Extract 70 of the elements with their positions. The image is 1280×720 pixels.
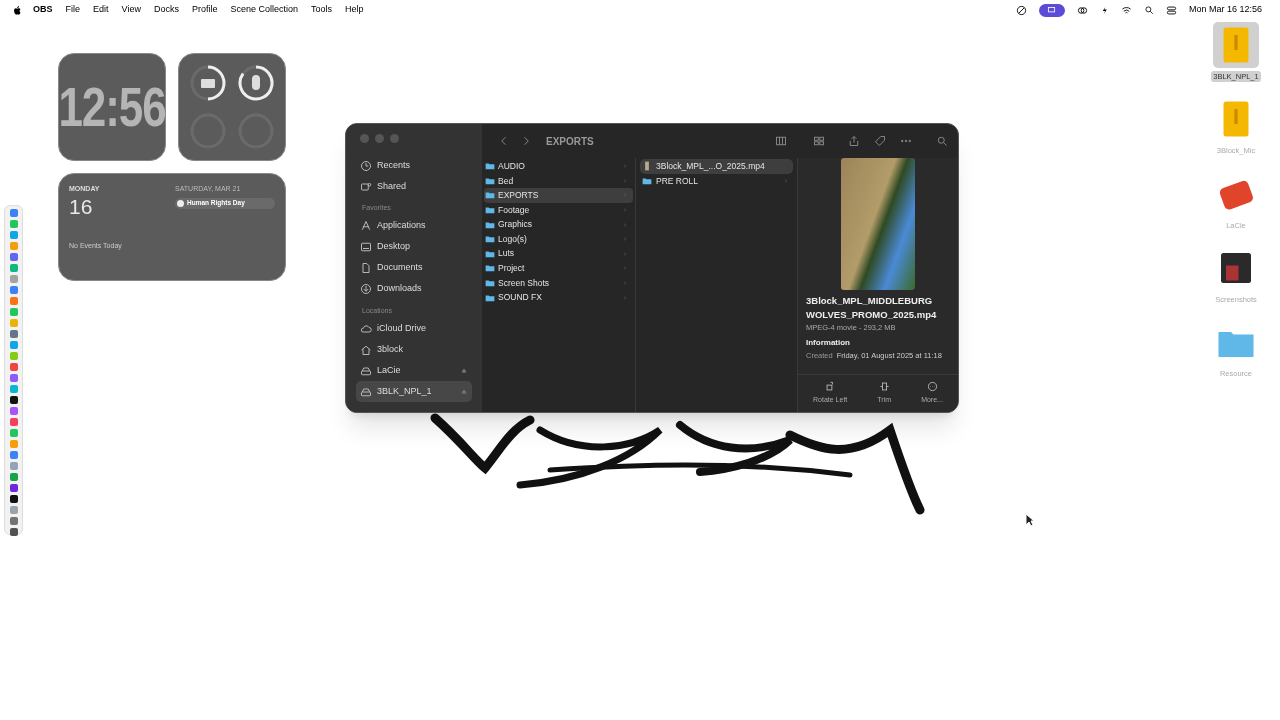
house-icon [360, 343, 372, 356]
sidebar-item[interactable]: Desktop [356, 236, 472, 258]
folder-row[interactable]: Footage [484, 202, 633, 218]
wifi-icon [1120, 4, 1132, 16]
folder-row[interactable]: Logo(s) [484, 231, 633, 247]
menu-item[interactable]: Docks [153, 3, 179, 17]
sidebar-item[interactable]: Recents [356, 155, 472, 176]
menu-item[interactable]: Profile [191, 3, 218, 17]
sidebar-item[interactable]: LaCie [356, 360, 472, 381]
file-row[interactable]: 3Block_MPL_...O_2025.mp4 [640, 159, 793, 174]
trim-icon [878, 381, 890, 393]
chevron-icon [622, 265, 628, 272]
window-title[interactable]: EXPORTS [546, 133, 594, 149]
folder-row[interactable]: Project [484, 261, 633, 276]
sidebar-item[interactable]: Downloads [356, 278, 472, 300]
folder-row[interactable]: Bed [484, 173, 633, 189]
eject-icon[interactable] [460, 387, 468, 396]
drive-icon [360, 364, 372, 377]
menu-item[interactable]: File [65, 3, 81, 17]
menu-item[interactable]: Scene Collection [230, 3, 298, 17]
document-icon [360, 262, 372, 274]
folder-row[interactable]: SOUND FX [484, 290, 633, 305]
folder-row[interactable]: AUDIO [484, 159, 633, 174]
cloud-icon [360, 322, 372, 335]
clock-icon [360, 159, 372, 172]
monitor-icon [360, 241, 372, 253]
sidebar-item[interactable]: Shared [356, 176, 472, 197]
apple-icon [12, 4, 23, 16]
search-icon[interactable] [936, 135, 948, 147]
chevron-icon [783, 177, 789, 184]
search-icon [1143, 5, 1154, 15]
cursor-icon [1025, 513, 1035, 527]
clock-time: 12:56 [58, 74, 166, 139]
video-file-icon [642, 161, 652, 172]
apps-icon [360, 220, 372, 232]
rings-icon [1076, 4, 1088, 16]
menu-clock[interactable]: Mon Mar 16 12:56 [1188, 3, 1262, 17]
sidebar-item[interactable]: 3block [356, 339, 472, 360]
menu-item[interactable]: View [121, 3, 141, 17]
sidebar-item[interactable]: Documents [356, 257, 472, 279]
folder-row[interactable]: Screen Shots [484, 275, 633, 291]
grid-icon[interactable] [812, 135, 826, 147]
tag-icon[interactable] [874, 135, 886, 147]
section-heading: Information [806, 337, 851, 350]
sidebar-item[interactable]: iCloud Drive [356, 318, 472, 339]
mouse-battery-ring [236, 63, 276, 103]
file-name: 3Block_MPL_MIDDLEBURG WOLVES_PROMO_2025.mp4 [806, 294, 938, 322]
menu-item[interactable]: Help [345, 3, 364, 17]
day-number: 16 [69, 194, 94, 219]
sidebar-item[interactable]: 3BLK_NPL_1 [356, 381, 472, 402]
app-menu[interactable]: OBS [33, 3, 53, 17]
folder-row[interactable]: EXPORTS [484, 188, 633, 203]
screen-share-icon[interactable] [1038, 3, 1065, 17]
display-icon [1046, 5, 1058, 15]
share-icon[interactable] [848, 135, 860, 147]
folder-row[interactable]: Graphics [484, 217, 633, 232]
folder-row[interactable]: Luts [484, 246, 633, 262]
eject-icon[interactable] [460, 366, 468, 375]
control-center-icon [1165, 4, 1177, 16]
download-icon [360, 283, 372, 295]
keyboard-battery-ring [188, 63, 228, 103]
sidebar-item[interactable]: Applications [356, 215, 472, 237]
folder-row[interactable]: PRE ROLL [640, 173, 793, 189]
drive-icon [360, 385, 372, 398]
rotate-icon [824, 381, 836, 393]
status-icon [1015, 4, 1027, 16]
ellipsis-icon [926, 381, 938, 393]
menu-item[interactable]: Tools [311, 3, 332, 17]
menu-item[interactable]: Edit [93, 3, 109, 17]
columns-view-icon[interactable] [774, 135, 788, 147]
